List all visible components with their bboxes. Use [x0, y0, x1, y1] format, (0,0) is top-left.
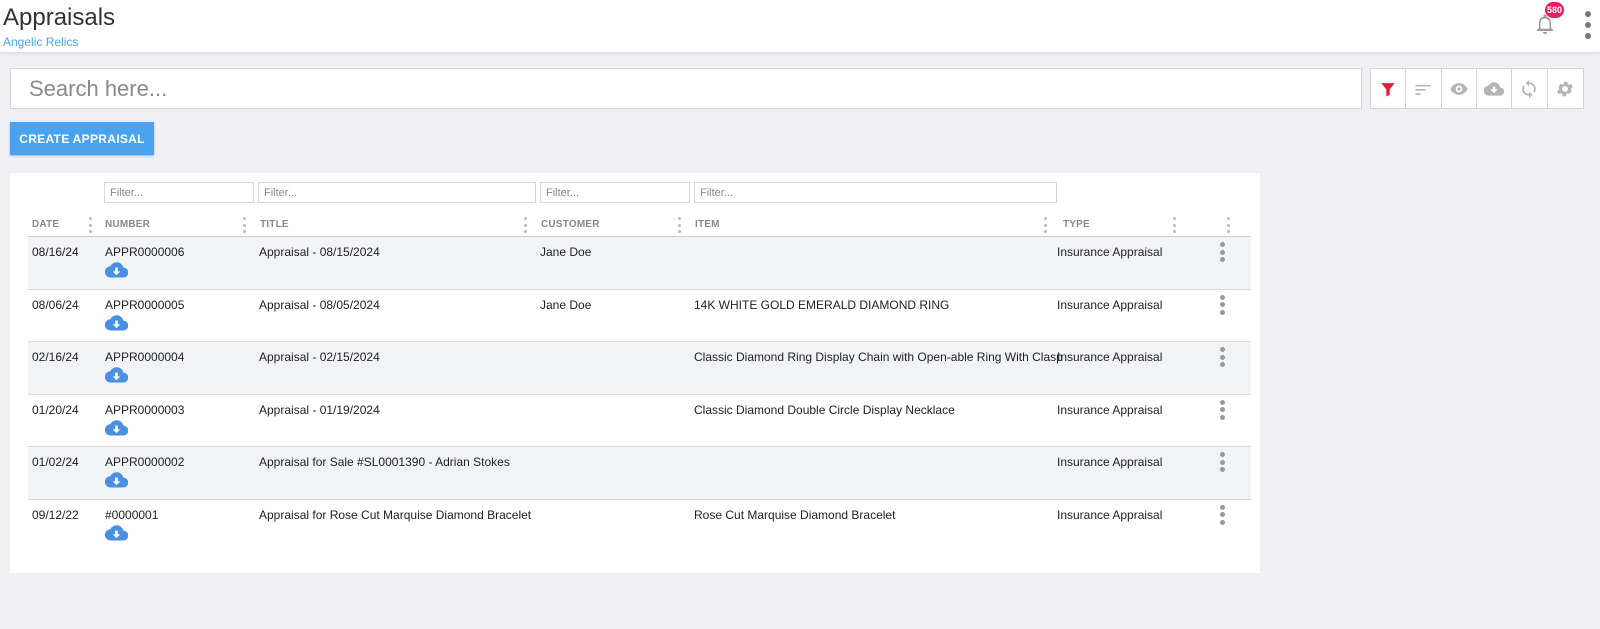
sort-icon [1415, 84, 1431, 95]
cell-number: APPR0000005 [105, 297, 185, 312]
search-input[interactable] [10, 68, 1362, 109]
cell-title: Appraisal - 01/19/2024 [259, 402, 380, 417]
filter-item[interactable] [694, 182, 1057, 203]
cell-type: Insurance Appraisal [1057, 245, 1163, 259]
cell-type: Insurance Appraisal [1057, 507, 1163, 522]
cell-customer: Jane Doe [540, 297, 592, 312]
cell-number: APPR0000003 [105, 402, 185, 417]
cell-item: Classic Diamond Double Circle Display Ne… [694, 402, 955, 417]
cell-title: Appraisal - 02/15/2024 [259, 350, 380, 364]
refresh-button[interactable] [1512, 69, 1548, 108]
cell-number: #0000001 [105, 507, 159, 522]
cloud-download-icon[interactable] [105, 419, 128, 436]
table-body: 08/16/24 APPR0000006 Appraisal - 08/15/2… [28, 237, 1251, 552]
cell-date: 09/12/22 [32, 507, 79, 522]
cell-title: Appraisal - 08/15/2024 [259, 245, 380, 259]
cell-date: 08/06/24 [32, 297, 79, 312]
table-row[interactable]: 09/12/22 #0000001 Appraisal for Rose Cut… [28, 500, 1251, 553]
cloud-download-icon [1484, 81, 1505, 96]
cell-type: Insurance Appraisal [1057, 350, 1163, 364]
row-more-menu-icon[interactable] [1219, 399, 1225, 420]
cell-date: 01/20/24 [32, 402, 79, 417]
column-menu-icon[interactable] [242, 217, 246, 233]
filter-button[interactable] [1371, 69, 1407, 108]
filter-icon [1381, 82, 1395, 96]
cell-number: APPR0000002 [105, 455, 185, 469]
app-header: Appraisals Angelic Relics 580 [0, 0, 1600, 53]
column-header-type[interactable]: TYPE [1063, 219, 1090, 230]
page-subtitle[interactable]: Angelic Relics [3, 35, 78, 49]
cell-item: 14K WHITE GOLD EMERALD DIAMOND RING [694, 297, 950, 312]
notification-badge[interactable]: 580 [1545, 2, 1565, 18]
table-row[interactable]: 01/02/24 APPR0000002 Appraisal for Sale … [28, 447, 1251, 500]
table-row[interactable]: 08/16/24 APPR0000006 Appraisal - 08/15/2… [28, 237, 1251, 290]
filter-number[interactable] [104, 182, 254, 203]
export-button[interactable] [1477, 69, 1513, 108]
page-title: Appraisals [3, 4, 116, 31]
column-menu-icon[interactable] [1226, 217, 1230, 233]
create-appraisal-button[interactable]: CREATE APPRAISAL [10, 122, 154, 155]
cell-type: Insurance Appraisal [1057, 297, 1163, 312]
cell-title: Appraisal - 08/05/2024 [259, 297, 380, 312]
table-row[interactable]: 01/20/24 APPR0000003 Appraisal - 01/19/2… [28, 395, 1251, 447]
table-row[interactable]: 08/06/24 APPR0000005 Appraisal - 08/05/2… [28, 290, 1251, 342]
column-menu-icon[interactable] [523, 217, 527, 233]
cell-item: Rose Cut Marquise Diamond Bracelet [694, 507, 896, 522]
filter-title[interactable] [258, 182, 536, 203]
filter-customer[interactable] [540, 182, 690, 203]
column-menu-icon[interactable] [677, 217, 681, 233]
settings-button[interactable] [1548, 69, 1583, 108]
column-header-date[interactable]: DATE [32, 219, 59, 230]
column-header-item[interactable]: ITEM [695, 219, 720, 230]
cell-title: Appraisal for Sale #SL0001390 - Adrian S… [259, 455, 510, 469]
eye-icon [1450, 82, 1468, 95]
row-more-menu-icon[interactable] [1219, 294, 1225, 315]
column-menu-icon[interactable] [1172, 217, 1176, 233]
column-menu-icon[interactable] [1043, 217, 1047, 233]
cloud-download-icon[interactable] [105, 471, 128, 488]
cloud-download-icon[interactable] [105, 314, 128, 331]
sort-button[interactable] [1406, 69, 1442, 108]
columns-visibility-button[interactable] [1442, 69, 1477, 108]
table-toolbar [1370, 68, 1584, 109]
cloud-download-icon[interactable] [105, 261, 128, 278]
cloud-download-icon[interactable] [105, 366, 128, 383]
column-menu-icon[interactable] [88, 217, 92, 233]
row-more-menu-icon[interactable] [1219, 347, 1225, 367]
row-more-menu-icon[interactable] [1219, 242, 1225, 262]
gear-icon [1557, 81, 1574, 96]
cell-title: Appraisal for Rose Cut Marquise Diamond … [259, 507, 532, 522]
column-header-customer[interactable]: CUSTOMER [541, 219, 600, 230]
column-header-title[interactable]: TITLE [260, 219, 289, 230]
cell-date: 01/02/24 [32, 455, 79, 469]
header-more-menu-icon[interactable] [1584, 11, 1592, 39]
cell-type: Insurance Appraisal [1057, 455, 1163, 469]
cell-number: APPR0000006 [105, 245, 185, 259]
column-header-number[interactable]: NUMBER [105, 219, 150, 230]
cloud-download-icon[interactable] [105, 524, 128, 541]
cell-date: 02/16/24 [32, 350, 79, 364]
cell-item: Classic Diamond Ring Display Chain with … [694, 350, 1063, 364]
table-row[interactable]: 02/16/24 APPR0000004 Appraisal - 02/15/2… [28, 342, 1251, 395]
row-more-menu-icon[interactable] [1219, 452, 1225, 472]
cell-customer: Jane Doe [540, 245, 592, 259]
row-more-menu-icon[interactable] [1219, 504, 1225, 525]
cell-number: APPR0000004 [105, 350, 185, 364]
cell-type: Insurance Appraisal [1057, 402, 1163, 417]
refresh-icon [1522, 79, 1537, 98]
cell-date: 08/16/24 [32, 245, 79, 259]
appraisals-table: DATE NUMBER TITLE CUSTOMER ITEM TYPE 08/… [10, 173, 1260, 573]
